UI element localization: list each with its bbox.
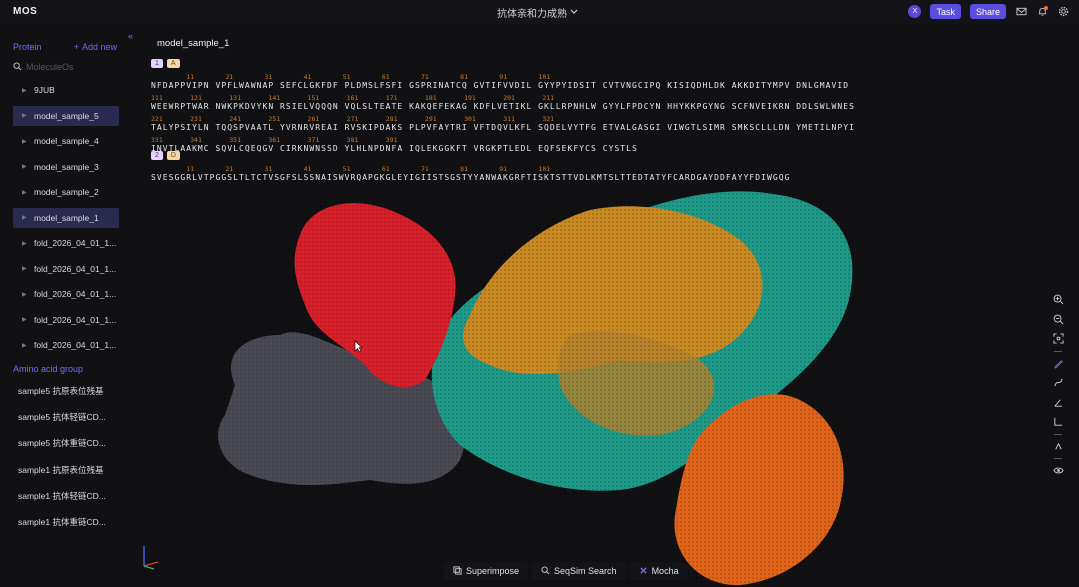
chain-block-d: 2 D 11 21 31 41 51 61 71 81 91 101 SVESG… (151, 151, 1067, 186)
amino-group-list: sample5 抗原表位残基 sample5 抗体轻链CD... sample5… (18, 385, 118, 542)
superimpose-button[interactable]: Superimpose (444, 562, 529, 580)
caret-right-icon[interactable]: ▶ (22, 138, 34, 145)
search-placeholder: MoleculeOs (26, 62, 74, 72)
fit-view-icon[interactable] (1051, 329, 1065, 349)
caret-right-icon[interactable]: ▶ (22, 87, 34, 94)
top-bar: MOS 抗体亲和力成熟 X Task Share (0, 0, 1079, 24)
group-item[interactable]: sample5 抗原表位残基 (18, 385, 118, 399)
app-logo[interactable]: MOS (13, 6, 37, 17)
mail-icon[interactable] (1015, 6, 1027, 18)
task-button[interactable]: Task (930, 4, 961, 19)
residue-numbers: 111 121 131 141 151 161 171 181 191 201 … (151, 94, 555, 102)
sequence-line[interactable]: WEEWRPTWAR NWKPKDVYKN RSIELVQQQN VQLSLTE… (151, 102, 1067, 115)
protein-item[interactable]: ▶ fold_2026_04_01_1... (13, 259, 119, 279)
toolbar-divider (1054, 433, 1062, 435)
share-button[interactable]: Share (969, 4, 1006, 19)
caret-right-icon[interactable]: ▶ (22, 265, 34, 272)
bell-icon[interactable] (1036, 5, 1048, 18)
protein-item[interactable]: ▶ model_sample_5 (13, 105, 119, 126)
caret-right-icon[interactable]: ▶ (22, 163, 34, 170)
reset-icon[interactable] (1051, 437, 1065, 457)
protein-item[interactable]: ▶ model_sample_4 (13, 131, 119, 151)
group-item[interactable]: sample5 抗体重链CD... (18, 437, 118, 451)
viewer-toolbar (1050, 290, 1066, 481)
protein-list: ▶ 9JUB ▶ model_sample_5 ▶ model_sample_4 ▶ m… (13, 80, 119, 361)
protein-item[interactable]: ▶ model_sample_2 (13, 182, 119, 202)
notification-dot (1044, 5, 1048, 10)
protein-item[interactable]: ▶ model_sample_1 (13, 207, 119, 228)
eye-icon[interactable] (1051, 461, 1065, 481)
toolbar-divider (1054, 350, 1062, 352)
caret-right-icon[interactable]: ▶ (22, 291, 34, 298)
protein-surface-render (140, 185, 1040, 587)
sequence-line[interactable]: TALYPSIYLN TQQSPVAATL YVRNRVREAI RVSKIPD… (151, 123, 1067, 136)
group-item[interactable]: sample1 抗体重链CD... (18, 516, 118, 530)
protein-item[interactable]: ▶ fold_2026_04_01_1... (13, 233, 119, 253)
user-avatar[interactable]: X (908, 5, 922, 18)
protein-item[interactable]: ▶ model_sample_3 (13, 157, 119, 177)
measure-angle-icon[interactable] (1051, 393, 1065, 413)
mocha-icon (639, 566, 648, 577)
chain-id-tag[interactable]: A (166, 59, 180, 68)
zoom-in-icon[interactable] (1051, 290, 1065, 310)
add-new-button[interactable]: + Add new (74, 42, 117, 52)
seqsim-search-button[interactable]: SeqSim Search (532, 562, 626, 580)
residue-numbers: 221 231 241 251 261 271 281 291 301 311 … (151, 115, 555, 123)
chain-tag[interactable]: 2 (151, 151, 163, 160)
chevron-down-icon (570, 7, 578, 18)
chain-id-tag[interactable]: D (166, 151, 180, 160)
search-icon (13, 61, 22, 73)
gear-icon[interactable] (1057, 6, 1069, 18)
pen-icon[interactable] (1051, 354, 1065, 374)
project-title: 抗体亲和力成熟 (497, 9, 567, 20)
superimpose-icon (453, 565, 462, 577)
caret-right-icon[interactable]: ▶ (22, 240, 34, 247)
toolbar-divider (1054, 458, 1062, 459)
chain-tag[interactable]: 1 (151, 59, 163, 68)
protein-heading: Protein (13, 42, 42, 52)
group-item[interactable]: sample1 抗原表位残基 (18, 464, 118, 478)
group-item[interactable]: sample5 抗体轻链CD... (18, 411, 118, 425)
protein-item[interactable]: ▶ fold_2026_04_01_1... (13, 335, 119, 355)
caret-right-icon[interactable]: ▶ (22, 189, 34, 196)
project-title-dropdown[interactable]: 抗体亲和力成熟 (497, 5, 578, 20)
sidebar: Protein + Add new MoleculeOs ▶ 9JUB ▶ mode… (0, 36, 122, 587)
caret-right-icon[interactable]: ▶ (22, 214, 34, 221)
zoom-out-icon[interactable] (1051, 310, 1065, 330)
protein-item[interactable]: ▶ fold_2026_04_01_1... (13, 310, 119, 330)
protein-item[interactable]: ▶ 9JUB (13, 80, 119, 100)
search-icon (541, 565, 550, 577)
amino-group-heading: Amino acid group (13, 364, 84, 374)
group-item[interactable]: sample1 抗体轻链CD... (18, 490, 118, 504)
model-title: model_sample_1 (157, 38, 230, 49)
caret-right-icon[interactable]: ▶ (22, 316, 34, 323)
plus-icon: + (73, 42, 79, 52)
mocha-button[interactable]: Mocha (629, 562, 688, 580)
caret-right-icon[interactable]: ▶ (22, 112, 34, 119)
caret-right-icon[interactable]: ▶ (22, 342, 34, 349)
mouse-cursor-icon (354, 340, 363, 353)
axes-gizmo-icon (143, 546, 159, 570)
bottom-action-bar: Superimpose SeqSim Search Mocha (444, 562, 688, 580)
residue-numbers: 331 341 351 361 371 381 391 (151, 136, 398, 144)
protein-item[interactable]: ▶ fold_2026_04_01_1... (13, 284, 119, 304)
add-new-label: Add new (81, 42, 117, 52)
search-input[interactable]: MoleculeOs (13, 60, 117, 74)
residue-numbers: 11 21 31 41 51 61 71 81 91 101 (151, 165, 551, 173)
measure-distance-icon[interactable] (1051, 412, 1065, 432)
residue-numbers: 11 21 31 41 51 61 71 81 91 101 (151, 73, 551, 81)
curve-icon[interactable] (1051, 373, 1065, 393)
molecule-viewer[interactable] (140, 185, 1040, 587)
collapse-sidebar-icon[interactable]: « (128, 31, 133, 41)
sequence-line[interactable]: NFDAPPVIPN VPFLWAWNAP SEFCLGKFDF PLDMSLF… (151, 81, 1067, 94)
chain-block-a: 1 A 11 21 31 41 51 61 71 81 91 101 NFDAP… (151, 59, 1067, 157)
